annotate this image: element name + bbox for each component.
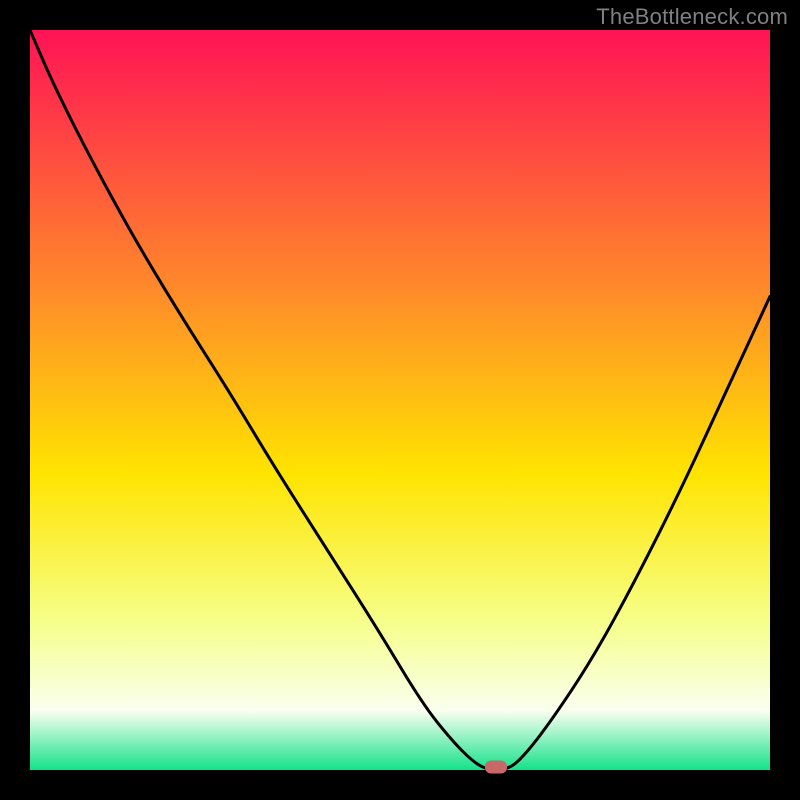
plot-svg: [30, 30, 770, 770]
optimal-point-marker: [485, 761, 507, 774]
gradient-background: [30, 30, 770, 770]
watermark-text: TheBottleneck.com: [596, 4, 788, 30]
plot-area: [30, 30, 770, 770]
chart-frame: TheBottleneck.com: [0, 0, 800, 800]
